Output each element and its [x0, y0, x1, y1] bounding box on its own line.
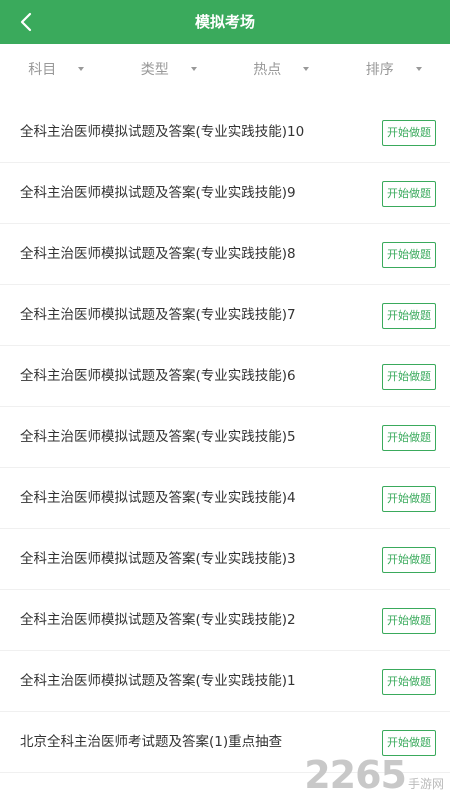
start-exam-button[interactable]: 开始做题 — [382, 669, 436, 695]
start-exam-button[interactable]: 开始做题 — [382, 547, 436, 573]
exam-title: 全科主治医师模拟试题及答案(专业实践技能)6 — [20, 368, 296, 384]
filter-subject[interactable]: 科目 — [0, 44, 113, 94]
start-exam-button[interactable]: 开始做题 — [382, 181, 436, 207]
exam-row[interactable]: 全科主治医师模拟试题及答案(专业实践技能)8 开始做题 — [0, 224, 450, 285]
app-header: 模拟考场 — [0, 0, 450, 44]
exam-row[interactable]: 全科主治医师模拟试题及答案(专业实践技能)6 开始做题 — [0, 346, 450, 407]
exam-row[interactable]: 全科主治医师模拟试题及答案(专业实践技能)2 开始做题 — [0, 590, 450, 651]
start-exam-button[interactable]: 开始做题 — [382, 242, 436, 268]
filter-label: 类型 — [140, 62, 169, 78]
page-title: 模拟考场 — [194, 13, 255, 31]
exam-title: 全科主治医师模拟试题及答案(专业实践技能)5 — [20, 429, 296, 445]
start-exam-button[interactable]: 开始做题 — [382, 364, 436, 390]
exam-title: 全科主治医师模拟试题及答案(专业实践技能)3 — [20, 551, 296, 567]
site-watermark: 2265 手游网 — [304, 756, 444, 794]
watermark-number: 2265 — [304, 753, 407, 797]
start-exam-button[interactable]: 开始做题 — [382, 303, 436, 329]
exam-row[interactable]: 全科主治医师模拟试题及答案(专业实践技能)4 开始做题 — [0, 468, 450, 529]
exam-row[interactable]: 全科主治医师模拟试题及答案(专业实践技能)7 开始做题 — [0, 285, 450, 346]
exam-title: 全科主治医师模拟试题及答案(专业实践技能)7 — [20, 307, 296, 323]
exam-title: 全科主治医师模拟试题及答案(专业实践技能)2 — [20, 612, 296, 628]
filter-label: 热点 — [253, 62, 282, 78]
chevron-left-icon — [20, 12, 32, 32]
watermark-text: 手游网 — [407, 777, 444, 791]
exam-row[interactable]: 全科主治医师模拟试题及答案(专业实践技能)9 开始做题 — [0, 163, 450, 224]
exam-row[interactable]: 全科主治医师模拟试题及答案(专业实践技能)1 开始做题 — [0, 651, 450, 712]
exam-row[interactable]: 全科主治医师模拟试题及答案(专业实践技能)10 开始做题 — [0, 102, 450, 163]
exam-row[interactable]: 全科主治医师模拟试题及答案(专业实践技能)5 开始做题 — [0, 407, 450, 468]
exam-title: 全科主治医师模拟试题及答案(专业实践技能)4 — [20, 490, 296, 506]
start-exam-button[interactable]: 开始做题 — [382, 486, 436, 512]
caret-down-icon — [190, 67, 197, 71]
exam-title: 北京全科主治医师考试题及答案(1)重点抽查 — [20, 734, 283, 750]
caret-down-icon — [303, 67, 310, 71]
exam-row[interactable]: 全科主治医师模拟试题及答案(专业实践技能)3 开始做题 — [0, 529, 450, 590]
exam-title: 全科主治医师模拟试题及答案(专业实践技能)10 — [20, 124, 305, 140]
filter-bar: 科目 类型 热点 排序 — [0, 44, 450, 94]
exam-title: 全科主治医师模拟试题及答案(专业实践技能)1 — [20, 673, 296, 689]
filter-hot[interactable]: 热点 — [225, 44, 338, 94]
caret-down-icon — [415, 67, 422, 71]
filter-type[interactable]: 类型 — [113, 44, 226, 94]
exam-title: 全科主治医师模拟试题及答案(专业实践技能)8 — [20, 246, 296, 262]
filter-label: 科目 — [28, 62, 57, 78]
start-exam-button[interactable]: 开始做题 — [382, 608, 436, 634]
start-exam-button[interactable]: 开始做题 — [382, 120, 436, 146]
filter-label: 排序 — [365, 62, 394, 78]
exam-title: 全科主治医师模拟试题及答案(专业实践技能)9 — [20, 185, 296, 201]
start-exam-button[interactable]: 开始做题 — [382, 425, 436, 451]
caret-down-icon — [78, 67, 85, 71]
back-button[interactable] — [12, 8, 40, 36]
filter-sort[interactable]: 排序 — [338, 44, 450, 94]
